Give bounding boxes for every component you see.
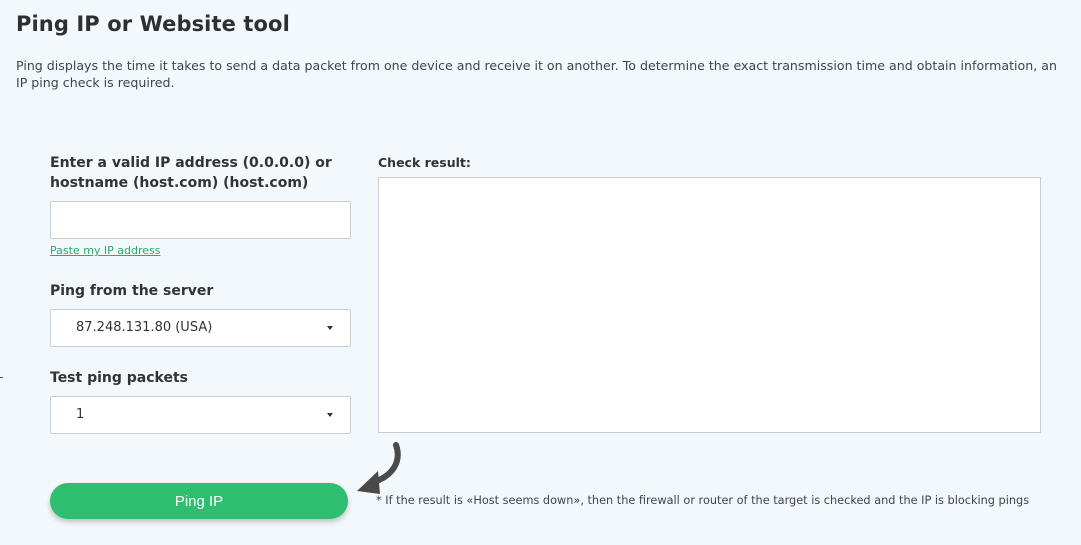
check-result-label: Check result: — [378, 155, 471, 170]
server-select-value: 87.248.131.80 (USA) — [76, 320, 213, 335]
edge-divider — [0, 377, 3, 378]
check-result-box[interactable] — [378, 177, 1041, 433]
paste-my-ip-link[interactable]: Paste my IP address — [50, 244, 161, 257]
ip-address-input[interactable] — [50, 201, 351, 239]
page-description: Ping displays the time it takes to send … — [16, 58, 1057, 90]
caret-down-icon — [327, 326, 333, 330]
server-select[interactable]: 87.248.131.80 (USA) — [50, 309, 351, 347]
packets-field-label: Test ping packets — [50, 370, 188, 386]
ip-field-label: Enter a valid IP address (0.0.0.0) or ho… — [50, 155, 332, 191]
page-title: Ping IP or Website tool — [16, 12, 290, 36]
caret-down-icon — [327, 413, 333, 417]
ping-ip-button[interactable]: Ping IP — [50, 483, 348, 519]
packets-select[interactable]: 1 — [50, 396, 351, 434]
packets-select-value: 1 — [76, 407, 85, 422]
host-down-note: * If the result is «Host seems down», th… — [376, 494, 1030, 507]
server-field-label: Ping from the server — [50, 283, 214, 299]
curved-arrow-icon — [357, 442, 401, 494]
